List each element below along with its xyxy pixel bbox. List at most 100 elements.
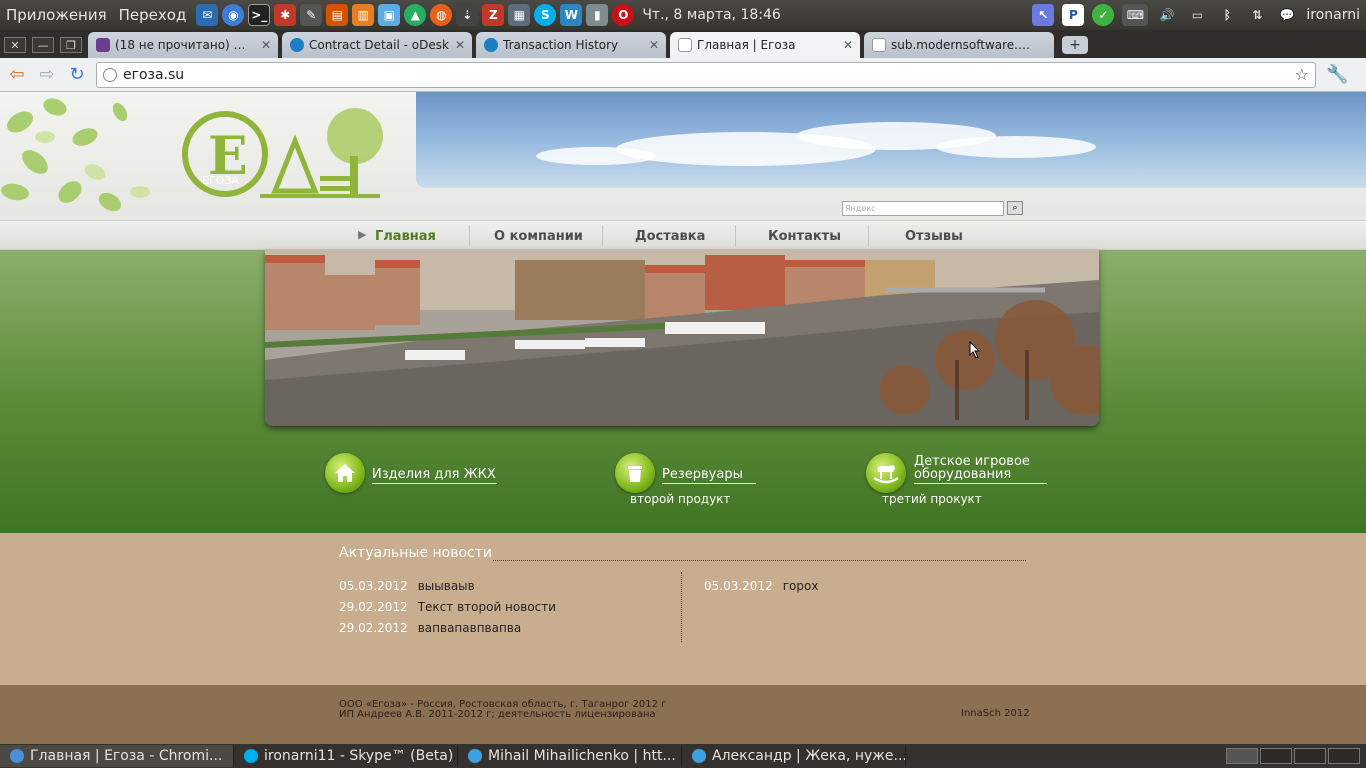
- back-arrow-icon[interactable]: ⇦: [4, 64, 30, 85]
- messaging-icon[interactable]: 💬: [1276, 4, 1298, 26]
- tab-egoza-home[interactable]: Главная | Егоза ✕: [670, 32, 860, 58]
- browser-tab-strip: ✕ — ❐ (18 не прочитано) — pyat✕ Contract…: [0, 30, 1366, 58]
- leaves-decoration: [1, 98, 150, 212]
- notes-icon[interactable]: P: [1062, 4, 1085, 26]
- vpn-icon[interactable]: ▲: [404, 4, 427, 26]
- odesk-favicon: [290, 38, 304, 52]
- tab-mail[interactable]: (18 не прочитано) — pyat✕: [88, 32, 278, 58]
- taskbar-chat-mihail[interactable]: Mihail Mihailichenko | htt...: [458, 745, 682, 767]
- close-tab-icon[interactable]: ✕: [455, 38, 465, 52]
- product-housing-link[interactable]: Изделия для ЖКХ: [372, 468, 497, 484]
- document-icon[interactable]: W: [560, 4, 583, 26]
- rocking-horse-icon[interactable]: [866, 453, 906, 493]
- tab-odesk-contract[interactable]: Contract Detail - oDesk ✕: [282, 32, 472, 58]
- news-column-divider: [681, 572, 682, 642]
- close-tab-icon[interactable]: ✕: [649, 38, 659, 52]
- mail-favicon: [96, 38, 110, 52]
- house-icon[interactable]: [325, 453, 365, 493]
- chromium-icon: [10, 749, 24, 763]
- workspace-4[interactable]: [1328, 748, 1360, 764]
- news-item[interactable]: 05.03.2012 выываыв: [339, 579, 475, 593]
- sky-banner: [416, 92, 1366, 188]
- taskbar-chromium[interactable]: Главная | Егоза - Chromi...: [0, 745, 234, 767]
- user-name[interactable]: ironarni: [1306, 7, 1360, 23]
- news-item[interactable]: 05.03.2012 горох: [704, 579, 818, 593]
- nav-home[interactable]: Главная: [375, 229, 436, 244]
- usb-icon[interactable]: ⇣: [456, 4, 479, 26]
- bluetooth-icon[interactable]: ᛒ: [1216, 4, 1238, 26]
- nav-divider: [602, 225, 603, 247]
- workspace-2[interactable]: [1260, 748, 1292, 764]
- mouse-cursor-icon: [969, 341, 981, 359]
- egoza-logo: Е ЕГОЗА: [182, 108, 383, 198]
- nav-delivery[interactable]: Доставка: [635, 229, 705, 244]
- news-section: Актуальные новости 05.03.2012 выываыв 29.…: [0, 533, 1366, 685]
- firefox-icon[interactable]: ◍: [430, 4, 453, 26]
- volume-icon[interactable]: 🔊: [1156, 4, 1178, 26]
- chat-icon: [692, 749, 706, 763]
- box-icon[interactable]: ▣: [378, 4, 401, 26]
- wrench-menu-icon[interactable]: 🔧: [1326, 64, 1348, 85]
- nav-about[interactable]: О компании: [494, 229, 583, 244]
- skype-icon: [244, 749, 258, 763]
- product-playground-link[interactable]: Детское игровое оборудования: [914, 455, 1047, 484]
- close-tab-icon[interactable]: ✕: [843, 38, 853, 52]
- folder-icon[interactable]: ▤: [326, 4, 349, 26]
- taskbar-skype[interactable]: ironarni11 - Skype™ (Beta): [234, 745, 458, 767]
- applications-menu[interactable]: Приложения: [0, 6, 113, 24]
- odesk-favicon: [484, 38, 498, 52]
- address-bar[interactable]: егоза.su ☆: [96, 61, 1316, 88]
- settings-icon[interactable]: ✱: [274, 4, 297, 26]
- site-search-input[interactable]: Яндекс: [842, 201, 1004, 216]
- maximize-window-icon[interactable]: ❐: [60, 37, 82, 53]
- keyboard-icon[interactable]: ⌨: [1122, 4, 1149, 26]
- workspace-3[interactable]: [1294, 748, 1326, 764]
- tab-modernsoftware[interactable]: sub.modernsoftware.org/i: [864, 32, 1054, 58]
- product-tanks-link[interactable]: Резервуары: [662, 468, 756, 484]
- search-icon[interactable]: ⌕: [1007, 201, 1023, 215]
- filezilla-icon[interactable]: Z: [482, 4, 505, 26]
- network-icon[interactable]: ⇅: [1246, 4, 1268, 26]
- system-tray: ↖ P ✓ ⌨ 🔊 ▭ ᛒ ⇅ 💬 ironarni: [1032, 0, 1360, 30]
- forward-arrow-icon[interactable]: ⇨: [34, 64, 60, 85]
- svg-text:ЕГОЗА: ЕГОЗА: [202, 174, 239, 187]
- reload-icon[interactable]: ↻: [64, 64, 90, 85]
- terminal-icon[interactable]: >_: [248, 4, 271, 26]
- taskbar-chat-alexander[interactable]: Александр | Жека, нуже...: [682, 745, 906, 767]
- news-heading: Актуальные новости: [339, 545, 493, 561]
- page-favicon: [872, 38, 886, 52]
- close-window-icon[interactable]: ✕: [4, 37, 26, 53]
- tab-transaction-history[interactable]: Transaction History ✕: [476, 32, 666, 58]
- places-menu[interactable]: Переход: [113, 6, 193, 24]
- nav-contacts[interactable]: Контакты: [768, 229, 841, 244]
- launcher-icons: ✉ ◉ >_ ✱ ✎ ▤ ▥ ▣ ▲ ◍ ⇣ Z ▦ S W ▮ O: [196, 4, 635, 26]
- tank-icon[interactable]: [615, 453, 655, 493]
- news-item[interactable]: 29.02.2012 Текст второй новости: [339, 600, 556, 614]
- bookmark-star-icon[interactable]: ☆: [1295, 65, 1309, 84]
- new-tab-button[interactable]: +: [1062, 36, 1088, 54]
- chromium-icon[interactable]: ◉: [222, 4, 245, 26]
- footer-license: ИП Андреев А.В. 2011-2012 г; деятельност…: [339, 709, 656, 720]
- books-icon[interactable]: ▮: [586, 4, 609, 26]
- nav-reviews[interactable]: Отзывы: [905, 229, 963, 244]
- battery-icon[interactable]: ▭: [1186, 4, 1208, 26]
- news-heading-rule: [493, 560, 1026, 561]
- archive-icon[interactable]: ▥: [352, 4, 375, 26]
- minimize-window-icon[interactable]: —: [32, 37, 54, 53]
- opera-icon[interactable]: O: [612, 4, 635, 26]
- calculator-icon[interactable]: ▦: [508, 4, 531, 26]
- workspace-1[interactable]: [1226, 748, 1258, 764]
- window-controls: ✕ — ❐: [0, 37, 88, 58]
- news-item[interactable]: 29.02.2012 вапвапавпвапва: [339, 621, 521, 635]
- url-text[interactable]: егоза.su: [123, 67, 184, 83]
- skype-icon[interactable]: S: [534, 4, 557, 26]
- thunderbird-icon[interactable]: ✉: [196, 4, 219, 26]
- shield-check-icon[interactable]: ✓: [1092, 4, 1115, 26]
- web-page: Е ЕГОЗА Яндекс ⌕ ▶ Главная О компании До…: [0, 92, 1366, 744]
- workspace-switcher[interactable]: [1226, 748, 1360, 764]
- draw-icon[interactable]: ✎: [300, 4, 323, 26]
- close-tab-icon[interactable]: ✕: [261, 38, 271, 52]
- clock[interactable]: Чт., 8 марта, 18:46: [642, 7, 780, 23]
- screenshot-icon[interactable]: ↖: [1032, 4, 1055, 26]
- city-panorama-banner: [265, 250, 1099, 426]
